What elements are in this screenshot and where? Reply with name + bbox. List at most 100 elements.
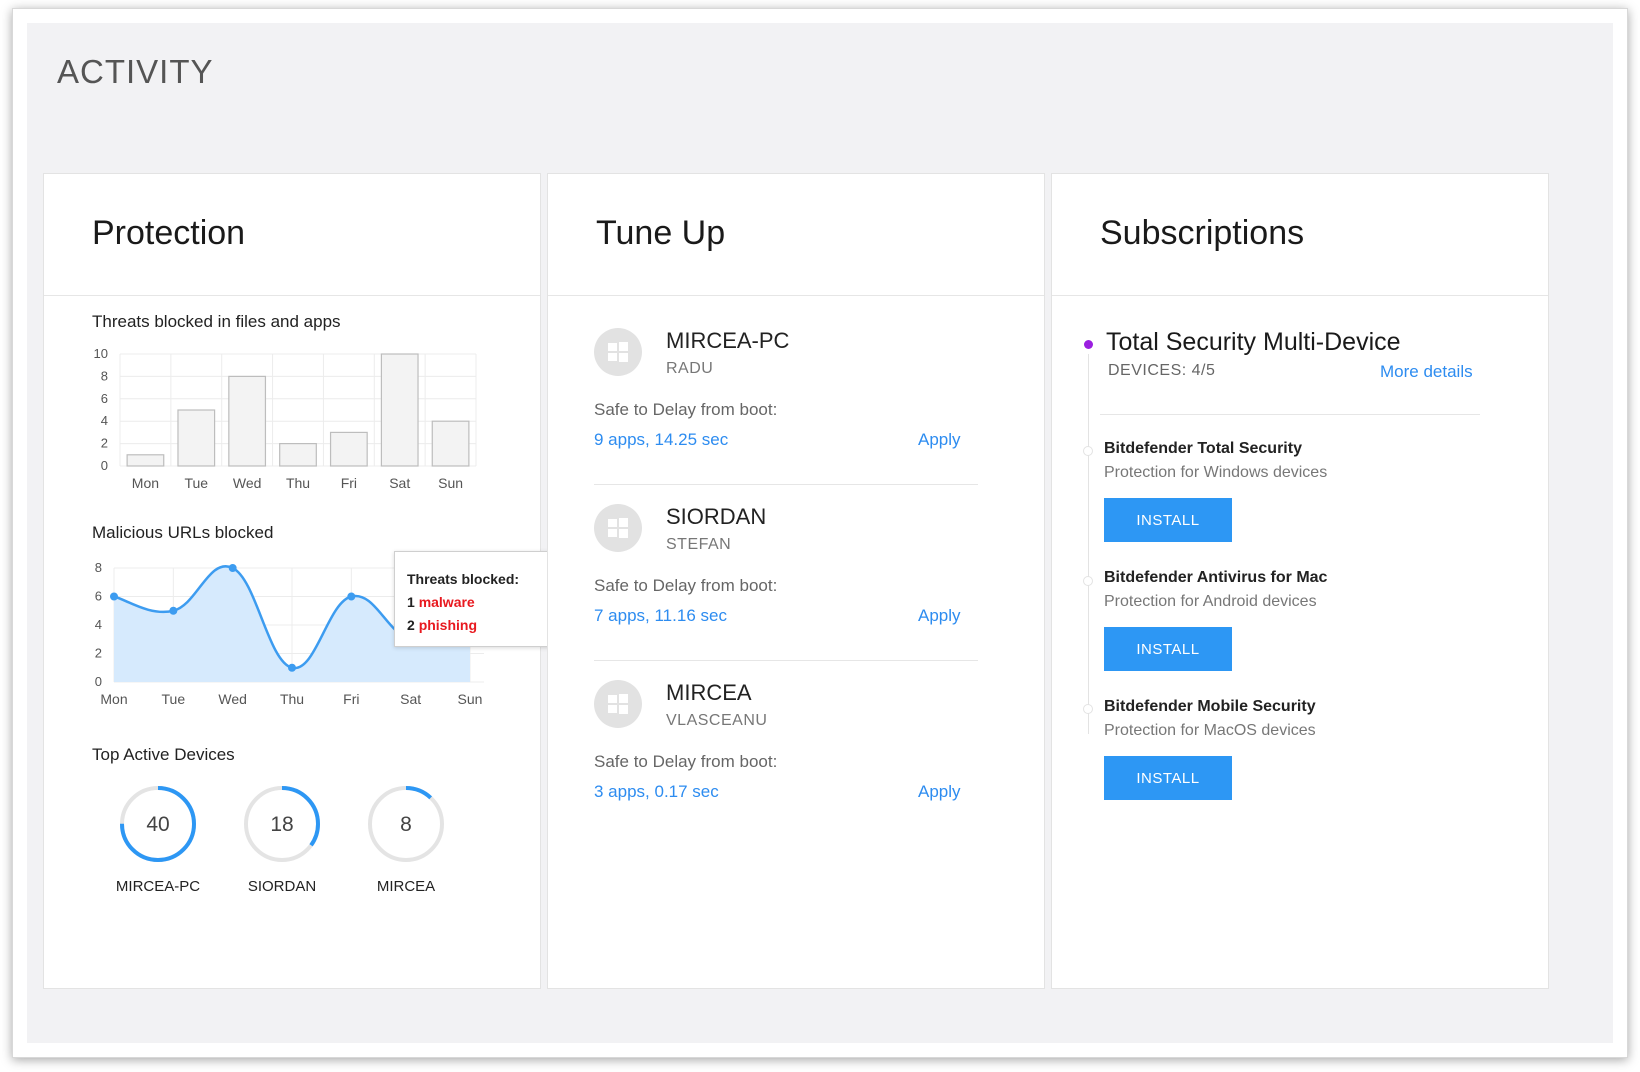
tooltip-title: Threats blocked:	[407, 571, 520, 587]
bar	[279, 442, 317, 467]
more-details-link[interactable]: More details	[1380, 362, 1473, 382]
ring-device-name: MIRCEA	[376, 878, 436, 895]
chart-tooltip: Threats blocked: 1 malware 2 phishing	[394, 551, 552, 647]
activity-panel: ACTIVITY Protection Threats blocked in f…	[27, 23, 1613, 1043]
protection-title: Protection	[92, 214, 246, 252]
x-tick-label: Sun	[438, 475, 463, 491]
divider	[594, 484, 978, 485]
x-tick-label: Fri	[341, 475, 357, 491]
data-point	[347, 592, 356, 601]
ring-device-name: SIORDAN	[247, 878, 317, 895]
windows-icon	[594, 680, 642, 728]
delay-value[interactable]: 3 apps, 0.17 sec	[594, 782, 719, 802]
page-title: ACTIVITY	[57, 53, 214, 90]
delay-value[interactable]: 9 apps, 14.25 sec	[594, 430, 728, 450]
timeline-node	[1083, 446, 1093, 456]
product-desc: Protection for Windows devices	[1104, 464, 1328, 481]
bar	[329, 431, 368, 467]
delay-label: Safe to Delay from boot:	[594, 400, 778, 419]
bar	[380, 353, 419, 467]
x-tick-label: Mon	[132, 475, 159, 491]
ring-device-name: MIRCEA-PC	[115, 878, 201, 895]
urls-chart-label: Malicious URLs blocked	[92, 523, 274, 542]
data-point	[110, 592, 118, 601]
device-name: MIRCEA	[666, 680, 752, 705]
x-tick-label: Sat	[400, 691, 421, 707]
tuneup-title: Tune Up	[596, 214, 726, 252]
subscriptions-header: Subscriptions	[1052, 174, 1548, 296]
bar	[126, 454, 165, 467]
device-ring: 18	[244, 786, 320, 862]
delay-label: Safe to Delay from boot:	[594, 752, 778, 771]
threats-chart-label: Threats blocked in files and apps	[92, 312, 341, 331]
install-button[interactable]: INSTALL	[1104, 756, 1232, 800]
device-user: VLASCEANU	[666, 712, 768, 729]
install-button[interactable]: INSTALL	[1104, 627, 1232, 671]
timeline-line	[1088, 354, 1089, 734]
tooltip-malware: 1 malware	[407, 594, 475, 610]
x-tick-label: Fri	[343, 691, 359, 707]
active-plan-dot	[1084, 340, 1093, 349]
threats-bar-chart: 0 2 4 6 8 10 Mon Tue Wed Thu Fri Sat Sun	[94, 346, 477, 491]
x-tick-label: Sun	[458, 691, 483, 707]
subscriptions-title: Subscriptions	[1100, 214, 1305, 252]
y-tick-label: 8	[101, 368, 108, 383]
y-tick-label: 4	[95, 617, 102, 632]
divider	[594, 660, 978, 661]
data-point	[288, 663, 296, 672]
product-name: Bitdefender Antivirus for Mac	[1104, 569, 1328, 586]
y-tick-label: 8	[95, 560, 102, 575]
x-tick-label: Sat	[389, 475, 410, 491]
device-user: RADU	[666, 360, 714, 377]
bar	[228, 375, 267, 467]
plan-devices: DEVICES: 4/5	[1108, 362, 1216, 379]
top-devices-label: Top Active Devices	[92, 745, 235, 764]
protection-card: Protection Threats blocked in files and …	[43, 173, 552, 989]
plan-name: Total Security Multi-Device	[1106, 328, 1401, 356]
bar	[431, 420, 470, 467]
x-tick-label: Mon	[100, 691, 127, 707]
product-name: Bitdefender Mobile Security	[1104, 698, 1316, 715]
y-tick-label: 2	[95, 646, 102, 661]
y-tick-label: 6	[101, 391, 108, 406]
y-tick-label: 6	[95, 589, 102, 604]
apply-button[interactable]: Apply	[918, 606, 961, 626]
ring-value: 8	[400, 813, 412, 836]
delay-value[interactable]: 7 apps, 11.16 sec	[594, 606, 727, 626]
timeline-node	[1083, 704, 1093, 714]
x-tick-label: Thu	[286, 475, 310, 491]
device-name: SIORDAN	[666, 504, 767, 529]
device-ring: 8	[368, 786, 444, 862]
apply-button[interactable]: Apply	[918, 430, 961, 450]
product-desc: Protection for Android devices	[1104, 593, 1317, 610]
y-tick-label: 0	[101, 458, 108, 473]
data-point	[228, 564, 237, 572]
ring-value: 40	[146, 813, 169, 836]
product-desc: Protection for MacOS devices	[1104, 722, 1316, 739]
tuneup-header: Tune Up	[548, 174, 1044, 296]
bar	[177, 409, 216, 467]
subscriptions-card: Subscriptions Total Security Multi-Devic…	[1051, 173, 1549, 989]
install-button[interactable]: INSTALL	[1104, 498, 1232, 542]
product-name: Bitdefender Total Security	[1104, 440, 1302, 457]
divider	[1100, 414, 1480, 415]
y-tick-label: 2	[101, 436, 108, 451]
x-tick-label: Thu	[280, 691, 304, 707]
x-tick-label: Tue	[184, 475, 208, 491]
device-user: STEFAN	[666, 536, 732, 553]
x-tick-label: Wed	[218, 691, 247, 707]
window-frame: ACTIVITY Protection Threats blocked in f…	[12, 8, 1628, 1058]
windows-icon	[594, 328, 642, 376]
x-tick-label: Tue	[162, 691, 186, 707]
apply-button[interactable]: Apply	[918, 782, 961, 802]
windows-icon	[594, 504, 642, 552]
timeline-node	[1083, 576, 1093, 586]
device-ring: 40	[120, 786, 196, 862]
data-point	[169, 606, 178, 615]
ring-value: 18	[270, 813, 293, 836]
y-tick-label: 10	[94, 346, 108, 361]
tooltip-phishing: 2 phishing	[407, 617, 478, 633]
x-tick-label: Wed	[233, 475, 262, 491]
y-tick-label: 0	[95, 674, 102, 689]
delay-label: Safe to Delay from boot:	[594, 576, 778, 595]
